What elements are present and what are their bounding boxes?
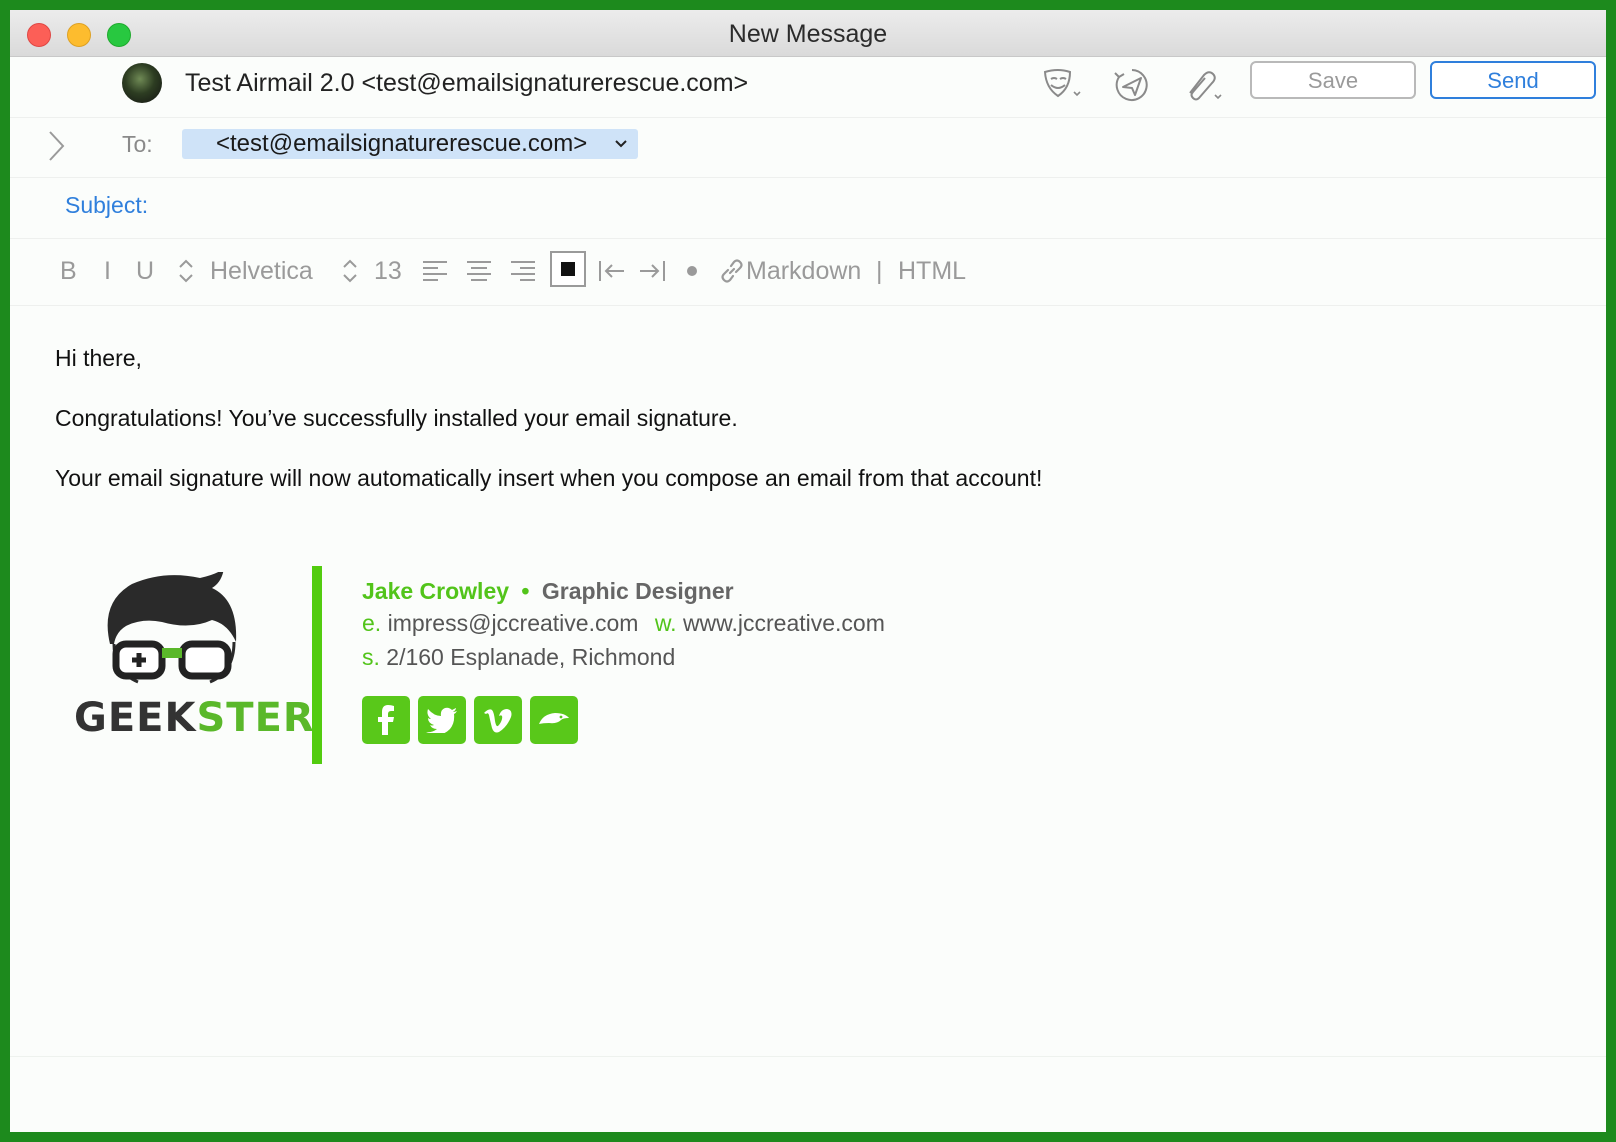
text-color-icon[interactable] [550, 251, 586, 287]
subject-row: Subject: [10, 178, 1606, 239]
italic-button[interactable]: I [104, 257, 111, 286]
body-line-greeting: Hi there, [55, 345, 142, 371]
signature-address: 2/160 Esplanade, Richmond [386, 644, 676, 670]
outdent-icon[interactable] [598, 257, 626, 285]
subject-input[interactable] [185, 188, 1565, 224]
recipient-address: <test@emailsignaturerescue.com> [216, 130, 588, 157]
to-row: To: <test@emailsignaturerescue.com> [10, 117, 1606, 178]
chevron-right-icon[interactable] [46, 129, 68, 168]
from-account[interactable]: Test Airmail 2.0 <test@emailsignatureres… [185, 69, 748, 98]
signature-title: Graphic Designer [541, 578, 734, 604]
align-right-icon[interactable] [510, 257, 536, 285]
align-center-icon[interactable] [466, 257, 492, 285]
indent-icon[interactable] [638, 257, 666, 285]
facebook-icon[interactable] [362, 696, 410, 744]
html-toggle[interactable]: HTML [898, 257, 966, 286]
twitter-icon[interactable] [418, 696, 466, 744]
signature-divider [312, 566, 322, 764]
body-line-congrats: Congratulations! You’ve successfully ins… [55, 405, 738, 431]
send-button[interactable]: Send [1430, 61, 1596, 99]
signature-name-line: Jake Crowley • Graphic Designer [362, 578, 734, 605]
font-stepper-icon[interactable] [176, 257, 196, 285]
signature-website-link[interactable]: www.jccreative.com [683, 610, 885, 636]
title-bar: New Message [10, 10, 1606, 57]
signature-address-line: s. 2/160 Esplanade, Richmond [362, 644, 675, 671]
email-prefix: e. [362, 610, 382, 636]
signature-name: Jake Crowley [362, 578, 510, 604]
mode-separator: | [876, 257, 883, 285]
link-icon[interactable] [718, 257, 746, 285]
underline-button[interactable]: U [136, 257, 154, 286]
format-toolbar: B I U Helvetica 13 Markdown | HTML [10, 239, 1606, 306]
font-size-select[interactable]: 13 [374, 257, 402, 286]
address-prefix: s. [362, 644, 380, 670]
footer-divider [10, 1056, 1606, 1057]
avatar[interactable] [122, 63, 162, 103]
bullet-list-icon[interactable] [686, 257, 698, 285]
wordmark-part-2: STER [196, 695, 315, 741]
font-family-select[interactable]: Helvetica [210, 257, 313, 286]
send-later-icon[interactable] [1110, 65, 1154, 105]
save-button[interactable]: Save [1250, 61, 1416, 99]
bold-button[interactable]: B [60, 257, 77, 286]
align-left-icon[interactable] [422, 257, 448, 285]
attachment-icon[interactable] [1180, 65, 1224, 105]
wordmark-part-1: GEEK [74, 695, 197, 741]
body-line-info: Your email signature will now automatica… [55, 465, 1043, 491]
web-prefix: w. [654, 610, 677, 636]
mask-icon[interactable] [1040, 65, 1084, 105]
vimeo-icon[interactable] [474, 696, 522, 744]
markdown-toggle[interactable]: Markdown [746, 257, 861, 286]
window-title: New Message [728, 20, 888, 48]
subject-label: Subject: [65, 192, 149, 218]
recipient-chip[interactable]: <test@emailsignaturerescue.com> [182, 129, 638, 159]
signature-contact-line: e. impress@jccreative.com w. www.jccreat… [362, 610, 885, 637]
size-stepper-icon[interactable] [340, 257, 360, 285]
signature-bullet: • [521, 578, 530, 604]
geekster-wordmark: GEEKSTER [74, 695, 315, 741]
from-row: Test Airmail 2.0 <test@emailsignatureres… [10, 57, 1606, 118]
to-label: To: [122, 131, 153, 157]
grooveshark-icon[interactable] [530, 696, 578, 744]
signature-email-link[interactable]: impress@jccreative.com [388, 610, 639, 636]
chevron-down-icon[interactable] [614, 129, 628, 167]
